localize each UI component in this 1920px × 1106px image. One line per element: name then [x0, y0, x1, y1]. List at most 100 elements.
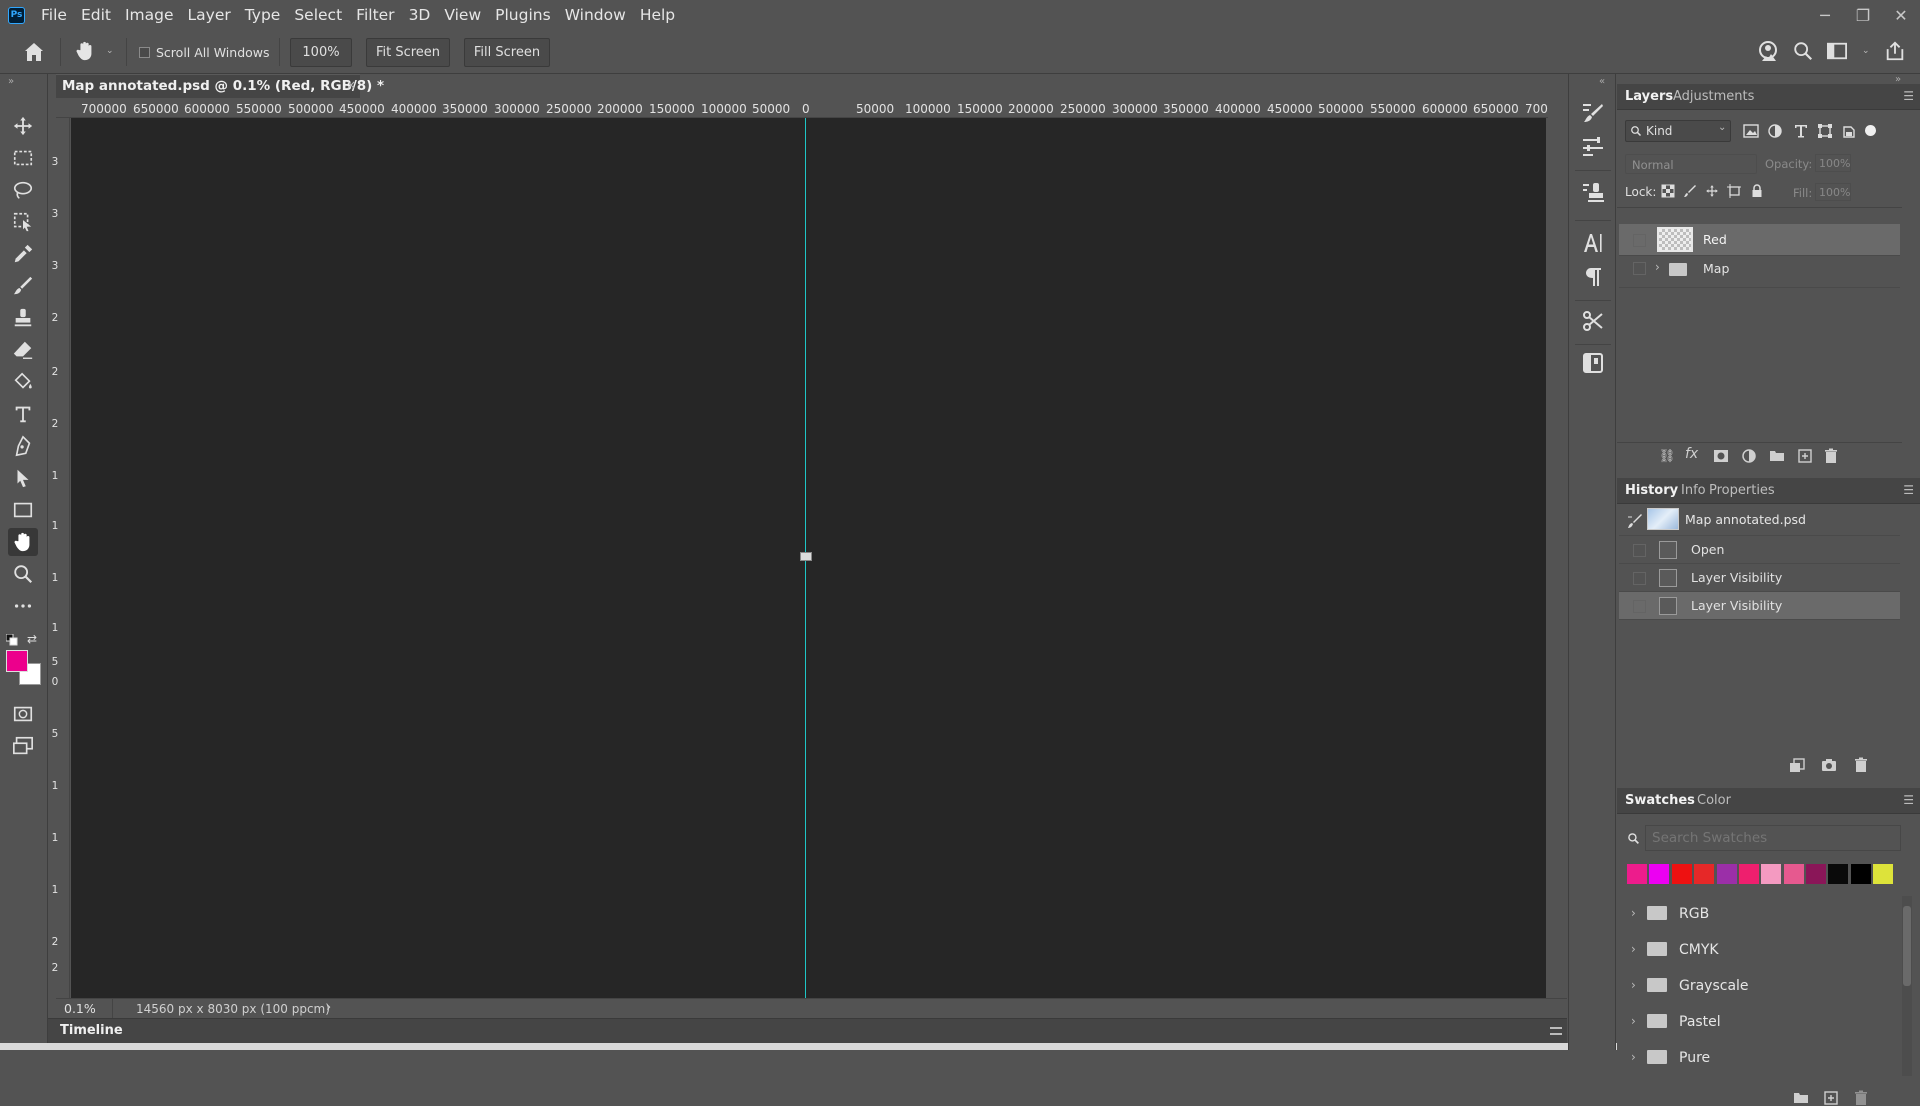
new-document-from-state-icon[interactable] [1789, 757, 1805, 773]
swatch-12[interactable] [1873, 864, 1893, 884]
timeline-menu-icon[interactable] [1550, 1027, 1562, 1035]
more-tools-icon[interactable] [8, 592, 38, 620]
swatch-group-grayscale[interactable]: › Grayscale [1619, 968, 1900, 1004]
history-snapshot-row[interactable]: Map annotated.psd [1619, 504, 1900, 536]
delete-layer-icon[interactable] [1823, 448, 1839, 464]
hand-tool-icon[interactable] [8, 528, 38, 556]
menu-window[interactable]: Window [558, 0, 633, 30]
vertical-ruler[interactable]: 3 3 3 2 2 2 1 1 1 1 5 0 5 1 1 1 2 2 [48, 118, 70, 998]
blend-mode-select[interactable]: Normal [1625, 154, 1757, 174]
swatch-8[interactable] [1784, 864, 1804, 884]
filter-toggle-icon[interactable] [1865, 125, 1876, 136]
brush-tool-icon[interactable] [8, 272, 38, 300]
default-colors-icon[interactable] [6, 634, 18, 646]
menu-select[interactable]: Select [287, 0, 349, 30]
quick-mask-icon[interactable] [8, 700, 38, 728]
tab-layers[interactable]: Layers [1625, 89, 1673, 104]
paint-bucket-tool-icon[interactable] [8, 368, 38, 396]
rectangle-tool-icon[interactable] [8, 496, 38, 524]
tab-properties[interactable]: Properties [1709, 483, 1775, 498]
menu-layer[interactable]: Layer [181, 0, 238, 30]
layer-visibility-toggle[interactable] [1633, 234, 1646, 247]
horizontal-ruler[interactable]: 700000 650000 600000 550000 500000 45000… [56, 98, 1548, 118]
new-group-icon[interactable] [1769, 448, 1785, 464]
filter-smart-object-icon[interactable] [1841, 123, 1857, 139]
delete-swatch-icon[interactable] [1853, 1090, 1869, 1106]
swatch-7[interactable] [1761, 864, 1781, 884]
move-tool-icon[interactable] [8, 112, 38, 140]
history-checkbox[interactable] [1633, 572, 1646, 585]
menu-image[interactable]: Image [118, 0, 181, 30]
filter-adjustment-icon[interactable] [1767, 123, 1783, 139]
menu-file[interactable]: File [34, 0, 74, 30]
paragraph-icon[interactable] [1578, 262, 1608, 292]
lock-position-icon[interactable] [1705, 184, 1719, 198]
new-swatch-group-icon[interactable] [1793, 1090, 1809, 1106]
swatch-group-rgb[interactable]: › RGB [1619, 896, 1900, 932]
opacity-field[interactable]: 100% [1815, 154, 1851, 172]
menu-type[interactable]: Type [238, 0, 288, 30]
history-checkbox[interactable] [1633, 544, 1646, 557]
delete-state-icon[interactable] [1853, 757, 1869, 773]
swatch-group-pastel[interactable]: › Pastel [1619, 1004, 1900, 1040]
panel-menu-icon[interactable]: ☰ [1903, 483, 1914, 497]
swatch-10[interactable] [1828, 864, 1848, 884]
brushes-icon[interactable] [1578, 132, 1608, 162]
zoom-tool-icon[interactable] [8, 560, 38, 588]
menu-filter[interactable]: Filter [349, 0, 401, 30]
swatch-2[interactable] [1649, 864, 1669, 884]
tab-history[interactable]: History [1625, 483, 1678, 498]
libraries-icon[interactable] [1578, 348, 1608, 378]
link-layers-icon[interactable]: ⛓ [1659, 448, 1676, 464]
stamp-tool-icon[interactable] [8, 304, 38, 332]
swatches-scrollbar[interactable] [1902, 896, 1912, 1076]
swatches-scroll-thumb[interactable] [1903, 906, 1911, 986]
filter-shape-icon[interactable] [1817, 123, 1833, 139]
timeline-tab[interactable]: Timeline [60, 1023, 123, 1038]
document-tab[interactable]: Map annotated.psd @ 0.1% (Red, RGB/8) * … [56, 74, 384, 98]
canvas-scrollbar[interactable] [1546, 118, 1567, 998]
lock-transparent-icon[interactable] [1661, 184, 1675, 198]
new-adjustment-layer-icon[interactable] [1741, 448, 1757, 464]
swatch-6[interactable] [1739, 864, 1759, 884]
tool-presets-icon[interactable] [1578, 306, 1608, 336]
expand-group-icon[interactable]: › [1655, 260, 1660, 274]
new-swatch-icon[interactable] [1823, 1090, 1839, 1106]
status-zoom[interactable]: 0.1% [64, 1001, 96, 1016]
tab-color[interactable]: Color [1697, 793, 1731, 808]
minimize-button[interactable]: ─ [1806, 0, 1844, 30]
swatch-group-cmyk[interactable]: › CMYK [1619, 932, 1900, 968]
history-state-row-selected[interactable]: Layer Visibility [1619, 592, 1900, 620]
fill-field[interactable]: 100% [1815, 183, 1851, 201]
guide-handle[interactable] [800, 552, 812, 561]
menu-edit[interactable]: Edit [74, 0, 118, 30]
object-selection-tool-icon[interactable] [8, 208, 38, 236]
panel-menu-icon[interactable]: ☰ [1903, 89, 1914, 103]
eraser-tool-icon[interactable] [8, 336, 38, 364]
screen-mode-icon[interactable] [8, 732, 38, 760]
zoom-100-button[interactable]: 100% [290, 38, 352, 67]
pen-tool-icon[interactable] [8, 432, 38, 460]
share-icon[interactable] [1884, 40, 1908, 64]
brush-settings-icon[interactable] [1578, 98, 1608, 128]
tab-info[interactable]: Info [1681, 483, 1706, 498]
swatch-group-pure[interactable]: › Pure [1619, 1040, 1900, 1076]
new-layer-icon[interactable] [1797, 448, 1813, 464]
marquee-tool-icon[interactable] [8, 144, 38, 172]
path-selection-tool-icon[interactable] [8, 464, 38, 492]
panel-menu-icon[interactable]: ☰ [1903, 793, 1914, 807]
filter-pixel-icon[interactable] [1743, 123, 1759, 139]
lock-pixels-icon[interactable] [1683, 184, 1697, 198]
preset-dropdown-arrow[interactable]: ⌄ [106, 46, 114, 56]
close-document-icon[interactable]: × [346, 78, 356, 92]
swatch-4[interactable] [1694, 864, 1714, 884]
history-state-row[interactable]: Open [1619, 536, 1900, 564]
workspace-dropdown-arrow[interactable]: ⌄ [1862, 46, 1870, 56]
home-icon[interactable] [22, 40, 48, 64]
close-window-button[interactable]: ✕ [1882, 0, 1920, 30]
menu-plugins[interactable]: Plugins [488, 0, 558, 30]
lock-artboard-icon[interactable] [1727, 184, 1741, 198]
swatch-3[interactable] [1672, 864, 1692, 884]
layer-effects-icon[interactable]: fx [1685, 446, 1698, 462]
type-tool-icon[interactable] [8, 400, 38, 428]
